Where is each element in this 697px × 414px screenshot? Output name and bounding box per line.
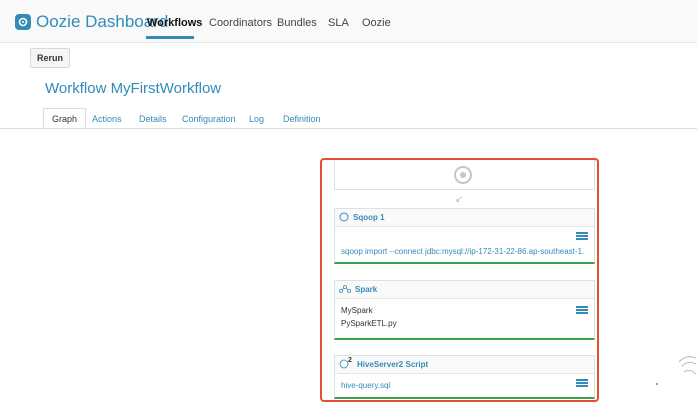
node-command: sqoop import --connect jdbc:mysql://ip-1… [341,247,585,256]
nav-oozie[interactable]: Oozie [362,17,391,29]
nav-workflows[interactable]: Workflows [147,17,202,29]
arrow-down-icon: ↙ [455,194,464,205]
list-icon[interactable] [576,232,588,241]
workflow-tabs: Graph Actions Details Configuration Log … [0,108,697,129]
svg-text:2: 2 [348,357,352,364]
node-script: hive-query.sql [341,381,391,390]
tab-definition[interactable]: Definition [283,114,321,124]
action-node-spark[interactable]: Spark MySpark PySparkETL.py [334,280,595,340]
oozie-logo-icon [15,14,31,30]
action-node-hive[interactable]: 2 HiveServer2 Script hive-query.sql [334,355,595,399]
nav-sla[interactable]: SLA [328,17,349,29]
node-action-name: MySpark [341,306,373,315]
node-header: Spark [335,281,594,299]
list-icon[interactable] [576,306,588,315]
decorative-dot [656,383,658,385]
node-script: PySparkETL.py [341,319,397,328]
tab-log[interactable]: Log [249,114,264,124]
tab-details[interactable]: Details [139,114,167,124]
rerun-button[interactable]: Rerun [30,48,70,68]
active-nav-indicator [146,36,194,39]
hive-icon: 2 [339,356,353,374]
node-header: Sqoop 1 [335,209,594,227]
workflow-graph: ↙ Sqoop 1 sqoop import --connect jdbc:my… [320,158,599,402]
node-header: 2 HiveServer2 Script [335,356,594,374]
action-node-sqoop[interactable]: Sqoop 1 sqoop import --connect jdbc:mysq… [334,208,595,264]
node-title: Spark [355,285,378,294]
start-node[interactable] [334,160,595,190]
list-icon[interactable] [576,379,588,388]
nav-bundles[interactable]: Bundles [277,17,317,29]
decorative-sketch-icon [676,352,697,380]
tab-configuration[interactable]: Configuration [182,114,236,124]
tab-actions[interactable]: Actions [92,114,122,124]
spark-icon [339,281,351,299]
brand[interactable]: Oozie Dashboard [15,12,168,32]
page-title: Workflow MyFirstWorkflow [45,80,222,97]
top-navbar: Oozie Dashboard Workflows Coordinators B… [0,0,697,43]
nav-coordinators[interactable]: Coordinators [209,17,272,29]
tab-graph[interactable]: Graph [43,108,87,128]
start-icon [454,166,472,184]
node-title: HiveServer2 Script [357,360,429,369]
node-title: Sqoop 1 [353,213,385,222]
circle-icon [339,209,349,227]
